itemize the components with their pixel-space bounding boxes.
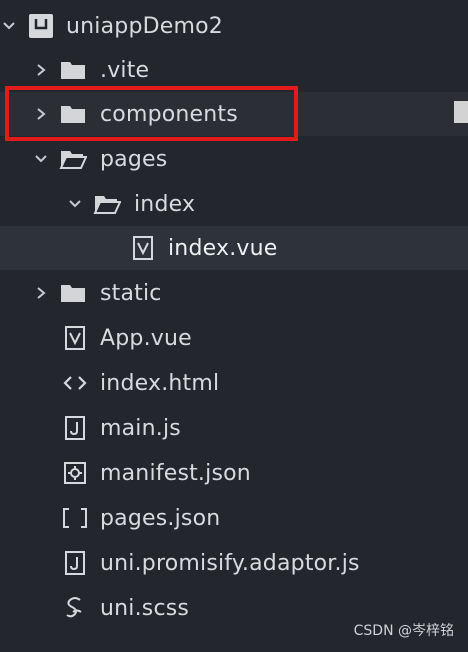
chevron-right-icon[interactable] [32,61,50,79]
partial-edge-element [454,101,468,123]
project-icon [26,11,56,41]
tree-item-index-folder[interactable]: index [0,182,468,226]
tree-item-label: uniappDemo2 [66,13,223,39]
folder-icon [58,55,88,85]
manifest-file-icon [60,458,90,488]
tree-item-components[interactable]: components [0,92,468,136]
tree-root-uniappDemo2[interactable]: uniappDemo2 [0,4,468,48]
chevron-right-icon[interactable] [32,284,50,302]
tree-item-label: .vite [100,57,150,83]
folder-open-icon [92,189,122,219]
tree-item-index-html[interactable]: index.html [0,361,468,405]
tree-item-label: manifest.json [100,460,251,486]
chevron-down-icon[interactable] [0,17,18,35]
file-explorer-tree: uniappDemo2 .vite components pages index… [0,0,468,652]
tree-item-pages-json[interactable]: pages.json [0,496,468,540]
tree-item-static[interactable]: static [0,271,468,315]
tree-item-pages[interactable]: pages [0,137,468,181]
vue-file-icon [60,323,90,353]
tree-item-uni-promisify-adaptor-js[interactable]: uni.promisify.adaptor.js [0,541,468,585]
tree-item-label: pages [100,146,168,172]
tree-item-vite[interactable]: .vite [0,48,468,92]
tree-item-label: components [100,101,238,127]
folder-icon [58,99,88,129]
json-file-icon [60,503,90,533]
html-file-icon [60,368,90,398]
js-file-icon [60,548,90,578]
tree-item-label: uni.scss [100,595,190,621]
js-file-icon [60,413,90,443]
chevron-right-icon[interactable] [32,105,50,123]
tree-item-label: index [134,191,196,217]
chevron-down-icon[interactable] [32,150,50,168]
tree-item-label: App.vue [100,325,192,351]
tree-item-label: uni.promisify.adaptor.js [100,550,360,576]
tree-item-label: index.html [100,370,220,396]
tree-item-label: index.vue [168,235,278,261]
tree-item-main-js[interactable]: main.js [0,406,468,450]
tree-item-index-vue[interactable]: index.vue [0,226,468,270]
tree-item-label: static [100,280,162,306]
vue-file-icon [128,233,158,263]
tree-item-manifest-json[interactable]: manifest.json [0,451,468,495]
tree-item-label: main.js [100,415,181,441]
scss-file-icon [60,593,90,623]
chevron-down-icon[interactable] [66,195,84,213]
watermark: CSDN @岑梓铭 [353,623,454,639]
tree-item-label: pages.json [100,505,221,531]
folder-icon [58,278,88,308]
folder-open-icon [58,144,88,174]
tree-item-app-vue[interactable]: App.vue [0,316,468,360]
